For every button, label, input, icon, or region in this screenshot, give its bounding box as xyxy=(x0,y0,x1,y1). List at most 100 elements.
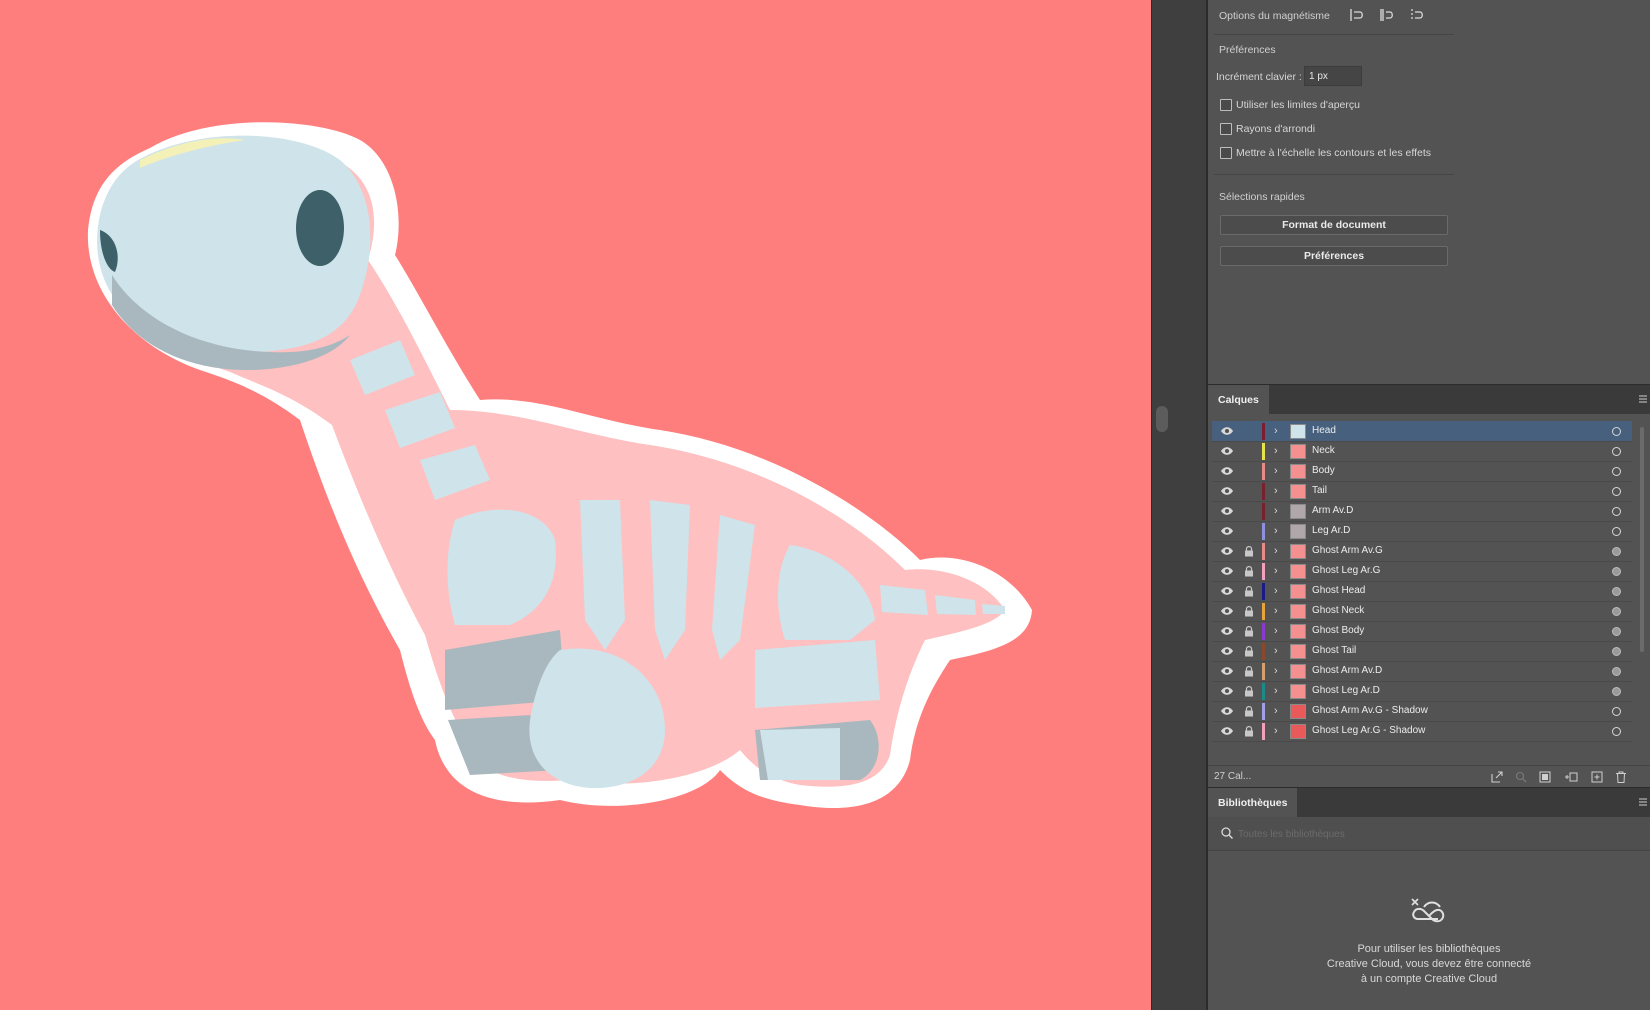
tab-libraries[interactable]: Bibliothèques xyxy=(1208,788,1298,818)
lock-icon[interactable] xyxy=(1244,625,1254,637)
use-preview-bounds-checkbox[interactable] xyxy=(1220,99,1232,111)
eye-icon[interactable] xyxy=(1220,565,1234,577)
layer-target-icon[interactable] xyxy=(1612,727,1621,736)
scale-strokes-checkbox[interactable] xyxy=(1220,147,1232,159)
layer-target-icon[interactable] xyxy=(1612,707,1621,716)
layer-target-icon[interactable] xyxy=(1612,527,1621,536)
chevron-right-icon[interactable]: › xyxy=(1274,424,1284,438)
layer-row-ghost-body[interactable]: › Ghost Body xyxy=(1212,621,1632,642)
chevron-right-icon[interactable]: › xyxy=(1274,724,1284,738)
layer-row-tail[interactable]: › Tail xyxy=(1212,481,1632,502)
corner-radius-option[interactable]: Rayons d'arrondi xyxy=(1220,122,1315,136)
use-preview-bounds-option[interactable]: Utiliser les limites d'aperçu xyxy=(1220,98,1360,112)
layer-row-ghost-neck[interactable]: › Ghost Neck xyxy=(1212,601,1632,622)
lock-icon[interactable] xyxy=(1244,705,1254,717)
eye-icon[interactable] xyxy=(1220,725,1234,737)
chevron-right-icon[interactable]: › xyxy=(1274,604,1284,618)
eye-icon[interactable] xyxy=(1220,645,1234,657)
chevron-right-icon[interactable]: › xyxy=(1274,484,1284,498)
eye-icon[interactable] xyxy=(1220,545,1234,557)
eye-icon[interactable] xyxy=(1220,525,1234,537)
panel-collapse-handle[interactable] xyxy=(1156,406,1168,432)
layer-row-ghost-leg-ar-g-shadow[interactable]: › Ghost Leg Ar.G - Shadow xyxy=(1212,721,1632,742)
layer-row-ghost-tail[interactable]: › Ghost Tail xyxy=(1212,641,1632,662)
lock-icon[interactable] xyxy=(1244,665,1254,677)
eye-icon[interactable] xyxy=(1220,705,1234,717)
layer-row-body[interactable]: › Body xyxy=(1212,461,1632,482)
trash-icon[interactable] xyxy=(1614,770,1628,784)
chevron-right-icon[interactable]: › xyxy=(1274,684,1284,698)
keyboard-increment-input[interactable] xyxy=(1304,66,1362,86)
lock-icon[interactable] xyxy=(1244,565,1254,577)
chevron-right-icon[interactable]: › xyxy=(1274,704,1284,718)
tab-layers[interactable]: Calques xyxy=(1208,385,1269,415)
clipping-mask-icon[interactable] xyxy=(1538,770,1552,784)
layer-target-icon[interactable] xyxy=(1612,667,1621,676)
layers-scroll-thumb[interactable] xyxy=(1640,427,1644,652)
chevron-right-icon[interactable]: › xyxy=(1274,504,1284,518)
chevron-right-icon[interactable]: › xyxy=(1274,564,1284,578)
layer-row-ghost-leg-ar-g[interactable]: › Ghost Leg Ar.G xyxy=(1212,561,1632,582)
chevron-right-icon[interactable]: › xyxy=(1274,644,1284,658)
layers-scrollbar[interactable] xyxy=(1638,421,1646,761)
layer-target-icon[interactable] xyxy=(1612,687,1621,696)
lock-icon[interactable] xyxy=(1244,725,1254,737)
chevron-right-icon[interactable]: › xyxy=(1274,444,1284,458)
layer-row-ghost-head[interactable]: › Ghost Head xyxy=(1212,581,1632,602)
lock-icon[interactable] xyxy=(1244,605,1254,617)
new-layer-icon[interactable] xyxy=(1590,770,1604,784)
layer-row-head[interactable]: › Head xyxy=(1212,421,1632,442)
layer-row-ghost-arm-av-d[interactable]: › Ghost Arm Av.D xyxy=(1212,661,1632,682)
layer-target-icon[interactable] xyxy=(1612,567,1621,576)
chevron-right-icon[interactable]: › xyxy=(1274,624,1284,638)
libraries-search-input[interactable] xyxy=(1238,825,1618,843)
eye-icon[interactable] xyxy=(1220,465,1234,477)
layer-target-icon[interactable] xyxy=(1612,427,1621,436)
layer-row-arm-av-d[interactable]: › Arm Av.D xyxy=(1212,501,1632,522)
layers-list[interactable]: › Head › Neck › Body › Tail › Arm Av.D › Leg A… xyxy=(1212,421,1632,761)
libraries-panel-menu-icon[interactable] xyxy=(1638,795,1648,809)
layer-row-ghost-arm-av-g-shadow[interactable]: › Ghost Arm Av.G - Shadow xyxy=(1212,701,1632,722)
new-sublayer-icon[interactable] xyxy=(1564,770,1578,784)
scale-strokes-option[interactable]: Mettre à l'échelle les contours et les e… xyxy=(1220,146,1431,160)
document-setup-button[interactable]: Format de document xyxy=(1220,215,1448,235)
eye-icon[interactable] xyxy=(1220,425,1234,437)
layers-panel-menu-icon[interactable] xyxy=(1638,392,1648,406)
eye-icon[interactable] xyxy=(1220,505,1234,517)
layer-target-icon[interactable] xyxy=(1612,467,1621,476)
lock-icon[interactable] xyxy=(1244,545,1254,557)
layer-target-icon[interactable] xyxy=(1612,547,1621,556)
layer-row-ghost-arm-av-g[interactable]: › Ghost Arm Av.G xyxy=(1212,541,1632,562)
chevron-right-icon[interactable]: › xyxy=(1274,524,1284,538)
layer-target-icon[interactable] xyxy=(1612,607,1621,616)
snap-to-grid-icon[interactable] xyxy=(1408,7,1426,23)
layer-target-icon[interactable] xyxy=(1612,587,1621,596)
chevron-right-icon[interactable]: › xyxy=(1274,664,1284,678)
layer-target-icon[interactable] xyxy=(1612,487,1621,496)
corner-radius-checkbox[interactable] xyxy=(1220,123,1232,135)
dinosaur-artwork[interactable] xyxy=(0,0,1151,1010)
eye-icon[interactable] xyxy=(1220,445,1234,457)
eye-icon[interactable] xyxy=(1220,605,1234,617)
eye-icon[interactable] xyxy=(1220,485,1234,497)
lock-icon[interactable] xyxy=(1244,645,1254,657)
artboard-canvas[interactable] xyxy=(0,0,1151,1010)
snap-to-pixel-icon[interactable] xyxy=(1378,7,1396,23)
layer-target-icon[interactable] xyxy=(1612,447,1621,456)
locate-object-icon[interactable] xyxy=(1514,770,1528,784)
layer-row-neck[interactable]: › Neck xyxy=(1212,441,1632,462)
eye-icon[interactable] xyxy=(1220,665,1234,677)
export-icon[interactable] xyxy=(1490,770,1504,784)
eye-icon[interactable] xyxy=(1220,585,1234,597)
eye-icon[interactable] xyxy=(1220,625,1234,637)
chevron-right-icon[interactable]: › xyxy=(1274,544,1284,558)
chevron-right-icon[interactable]: › xyxy=(1274,584,1284,598)
lock-icon[interactable] xyxy=(1244,685,1254,697)
eye-icon[interactable] xyxy=(1220,685,1234,697)
snap-to-point-icon[interactable] xyxy=(1348,7,1366,23)
lock-icon[interactable] xyxy=(1244,585,1254,597)
layer-row-leg-ar-d[interactable]: › Leg Ar.D xyxy=(1212,521,1632,542)
layer-row-ghost-leg-ar-d[interactable]: › Ghost Leg Ar.D xyxy=(1212,681,1632,702)
layer-target-icon[interactable] xyxy=(1612,627,1621,636)
chevron-right-icon[interactable]: › xyxy=(1274,464,1284,478)
